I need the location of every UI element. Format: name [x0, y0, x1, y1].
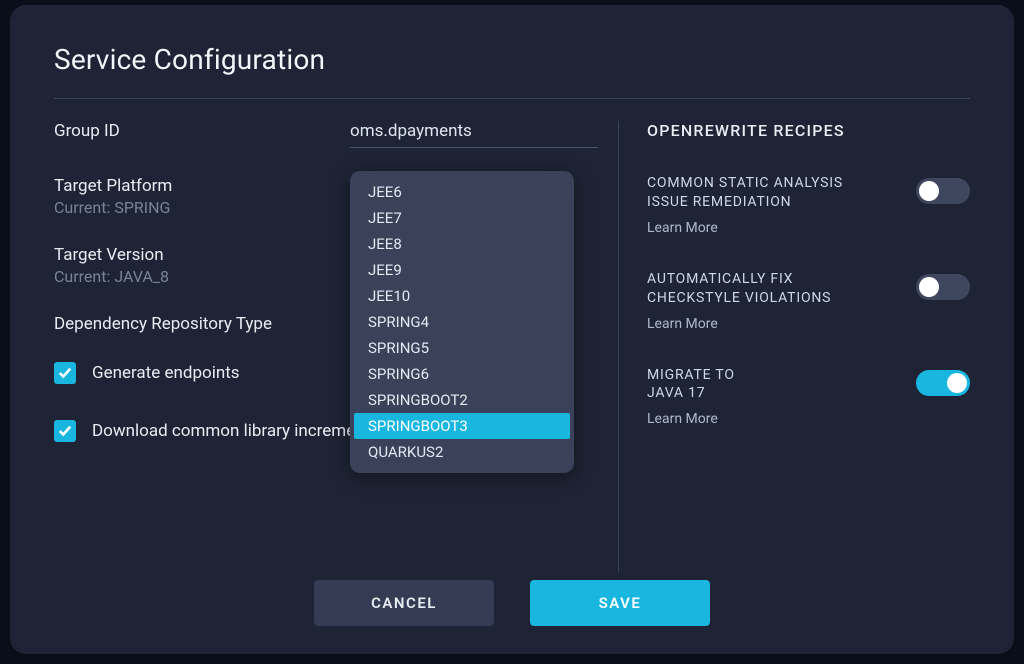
- target-version-label: Target Version: [54, 245, 350, 265]
- recipes-panel: OPENREWRITE RECIPES COMMON STATIC ANALYS…: [618, 121, 970, 572]
- recipe-toggle[interactable]: [916, 178, 970, 204]
- dropdown-option-spring5[interactable]: SPRING5: [354, 335, 570, 361]
- platform-dropdown[interactable]: JEE6JEE7JEE8JEE9JEE10SPRING4SPRING5SPRIN…: [350, 171, 574, 473]
- group-id-input[interactable]: oms.dpayments: [350, 121, 598, 148]
- modal-title: Service Configuration: [54, 43, 970, 99]
- check-icon: [58, 424, 72, 438]
- recipes-section-title: OPENREWRITE RECIPES: [647, 121, 970, 140]
- check-icon: [58, 366, 72, 380]
- recipe-name: MIGRATE TOJAVA 17: [647, 366, 900, 404]
- toggle-knob: [919, 181, 939, 201]
- generate-endpoints-checkbox[interactable]: [54, 362, 76, 384]
- recipe-name: AUTOMATICALLY FIXCHECKSTYLE VIOLATIONS: [647, 270, 900, 308]
- service-config-modal: Service Configuration Group ID oms.dpaym…: [10, 5, 1014, 654]
- dropdown-option-spring6[interactable]: SPRING6: [354, 361, 570, 387]
- dropdown-option-jee10[interactable]: JEE10: [354, 283, 570, 309]
- learn-more-link[interactable]: Learn More: [647, 316, 718, 332]
- dropdown-option-jee8[interactable]: JEE8: [354, 231, 570, 257]
- modal-footer: CANCEL SAVE: [54, 580, 970, 626]
- recipe-toggle[interactable]: [916, 274, 970, 300]
- recipe-name: COMMON STATIC ANALYSISISSUE REMEDIATION: [647, 174, 900, 212]
- recipe-item: COMMON STATIC ANALYSISISSUE REMEDIATION L…: [647, 174, 970, 236]
- learn-more-link[interactable]: Learn More: [647, 411, 718, 427]
- target-platform-current: Current: SPRING: [54, 198, 350, 217]
- download-incrementally-checkbox[interactable]: [54, 420, 76, 442]
- dropdown-option-spring4[interactable]: SPRING4: [354, 309, 570, 335]
- dropdown-option-jee9[interactable]: JEE9: [354, 257, 570, 283]
- form-left-column: Group ID oms.dpayments Target Platform C…: [54, 121, 618, 572]
- recipe-toggle[interactable]: [916, 370, 970, 396]
- save-button[interactable]: SAVE: [530, 580, 710, 626]
- group-id-row: Group ID oms.dpayments: [54, 121, 598, 148]
- target-version-current: Current: JAVA_8: [54, 267, 350, 286]
- recipe-item: AUTOMATICALLY FIXCHECKSTYLE VIOLATIONS Le…: [647, 270, 970, 332]
- dropdown-option-jee6[interactable]: JEE6: [354, 179, 570, 205]
- dropdown-option-jee7[interactable]: JEE7: [354, 205, 570, 231]
- target-platform-label: Target Platform: [54, 176, 350, 196]
- cancel-button[interactable]: CANCEL: [314, 580, 494, 626]
- dropdown-option-quarkus2[interactable]: QUARKUS2: [354, 439, 570, 465]
- modal-content: Group ID oms.dpayments Target Platform C…: [54, 121, 970, 572]
- learn-more-link[interactable]: Learn More: [647, 220, 718, 236]
- group-id-label: Group ID: [54, 121, 350, 141]
- dependency-repo-label: Dependency Repository Type: [54, 314, 350, 334]
- dropdown-option-springboot3[interactable]: SPRINGBOOT3: [354, 413, 570, 439]
- recipe-item: MIGRATE TOJAVA 17 Learn More: [647, 366, 970, 428]
- toggle-knob: [919, 277, 939, 297]
- generate-endpoints-label: Generate endpoints: [92, 363, 240, 383]
- toggle-knob: [947, 373, 967, 393]
- dropdown-option-springboot2[interactable]: SPRINGBOOT2: [354, 387, 570, 413]
